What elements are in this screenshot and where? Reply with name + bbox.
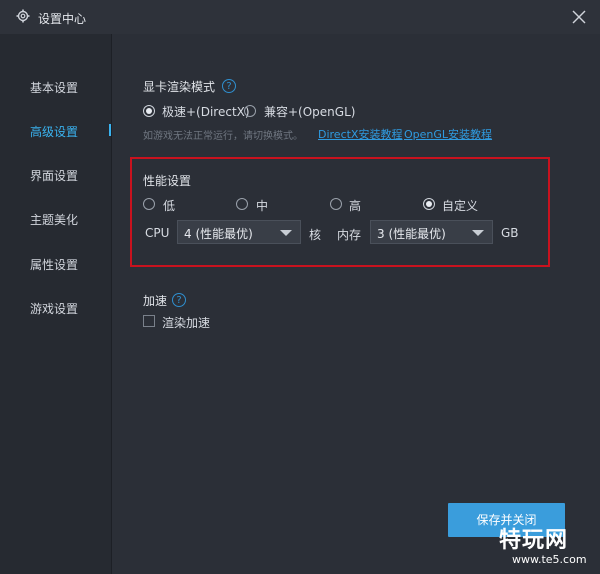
performance-title: 性能设置: [143, 174, 192, 188]
radio-perf-high-label: 高: [349, 199, 362, 213]
memory-unit: GB: [501, 226, 519, 240]
cpu-unit: 核: [309, 228, 322, 242]
watermark-url: www.te5.com: [512, 553, 587, 566]
radio-perf-low[interactable]: [143, 198, 155, 210]
radio-perf-high[interactable]: [330, 198, 342, 210]
watermark-logo: 特玩网: [499, 528, 569, 553]
cpu-select-value: 4 (性能最优): [184, 227, 253, 241]
highlight-box: [130, 157, 550, 267]
render-mode-help-icon[interactable]: ?: [222, 79, 236, 93]
radio-opengl[interactable]: [244, 105, 256, 117]
render-accel-label: 渲染加速: [162, 316, 211, 330]
gear-icon: [16, 9, 30, 23]
sidebar-item-interface[interactable]: 界面设置: [30, 167, 78, 184]
memory-select-value: 3 (性能最优): [377, 227, 446, 241]
sidebar-item-properties[interactable]: 属性设置: [30, 256, 78, 273]
memory-label: 内存: [337, 228, 362, 242]
directx-tutorial-link[interactable]: DirectX安装教程: [318, 126, 402, 142]
accel-help-icon[interactable]: ?: [172, 293, 186, 307]
chevron-down-icon: [472, 230, 484, 236]
render-accel-checkbox[interactable]: [143, 315, 155, 327]
close-icon[interactable]: [568, 6, 590, 28]
cpu-select[interactable]: 4 (性能最优): [177, 220, 301, 244]
chevron-down-icon: [280, 230, 292, 236]
radio-directx[interactable]: [143, 105, 155, 117]
render-mode-hint: 如游戏无法正常运行，请切换模式。: [143, 131, 303, 142]
accel-title: 加速: [143, 294, 168, 308]
render-mode-title: 显卡渲染模式: [143, 80, 216, 94]
radio-opengl-label: 兼容+(OpenGL): [264, 105, 356, 119]
window-title: 设置中心: [38, 12, 87, 26]
radio-perf-custom[interactable]: [423, 198, 435, 210]
active-indicator: [109, 124, 111, 136]
sidebar-item-game[interactable]: 游戏设置: [30, 300, 78, 317]
radio-directx-label: 极速+(DirectX): [162, 105, 250, 119]
memory-select[interactable]: 3 (性能最优): [370, 220, 493, 244]
sidebar-item-theme[interactable]: 主题美化: [30, 211, 78, 228]
sidebar-item-advanced[interactable]: 高级设置: [30, 123, 78, 140]
sidebar: 基本设置 高级设置 界面设置 主题美化 属性设置 游戏设置: [0, 34, 112, 574]
radio-perf-medium[interactable]: [236, 198, 248, 210]
title-bar: [0, 0, 600, 34]
cpu-label: CPU: [145, 226, 170, 240]
radio-perf-medium-label: 中: [256, 199, 269, 213]
opengl-tutorial-link[interactable]: OpenGL安装教程: [404, 126, 492, 142]
radio-perf-custom-label: 自定义: [442, 199, 479, 213]
sidebar-item-basic[interactable]: 基本设置: [30, 79, 78, 96]
radio-perf-low-label: 低: [163, 199, 176, 213]
